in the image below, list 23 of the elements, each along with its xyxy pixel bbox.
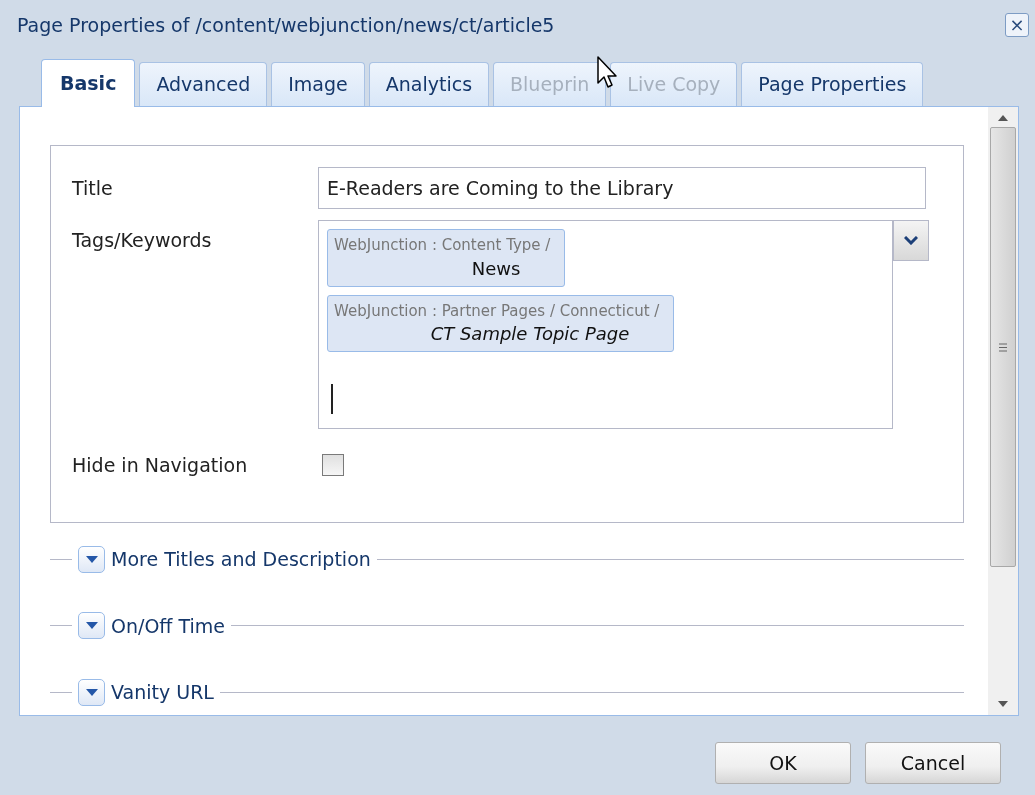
field-label: Hide in Navigation bbox=[72, 453, 249, 478]
tag-path: WebJunction : Partner Pages / Connecticut / bbox=[334, 300, 660, 322]
field-label: Tags/Keywords bbox=[72, 228, 213, 253]
tab[interactable]: Basic bbox=[41, 59, 136, 107]
title-field[interactable]: E-Readers are Coming to the Library bbox=[318, 167, 926, 209]
tag-path: WebJunction : Content Type / bbox=[334, 235, 551, 256]
close-button[interactable]: × bbox=[1005, 13, 1029, 37]
section-title[interactable]: On/Off Time bbox=[105, 611, 231, 640]
field-label: Title bbox=[72, 175, 114, 201]
tab[interactable]: Advanced bbox=[139, 62, 268, 106]
dialog-button[interactable]: Cancel bbox=[865, 742, 1001, 784]
tag-chip[interactable]: WebJunction : Content Type / News bbox=[327, 229, 566, 287]
tag-name: News bbox=[471, 256, 522, 281]
section-title[interactable]: Vanity URL bbox=[105, 678, 220, 707]
window-title: Page Properties of /content/webjunction/news/ct/article5 bbox=[17, 12, 555, 38]
tab[interactable]: Analytics bbox=[368, 62, 490, 106]
tag-name: CT Sample Topic Page bbox=[430, 322, 631, 346]
tab[interactable]: Page Properties bbox=[741, 62, 924, 106]
section-title[interactable]: More Titles and Description bbox=[105, 545, 377, 574]
tag-chip[interactable]: WebJunction : Partner Pages / Connecticut / CT Sample Topic Page bbox=[327, 294, 675, 352]
tags-field[interactable]: WebJunction : Content Type / News WebJunction : Partner Pages / Connecticut / CT Sample Topic Page bbox=[318, 220, 893, 429]
dialog-button[interactable]: OK bbox=[715, 742, 851, 784]
tab[interactable]: Image bbox=[271, 62, 365, 106]
